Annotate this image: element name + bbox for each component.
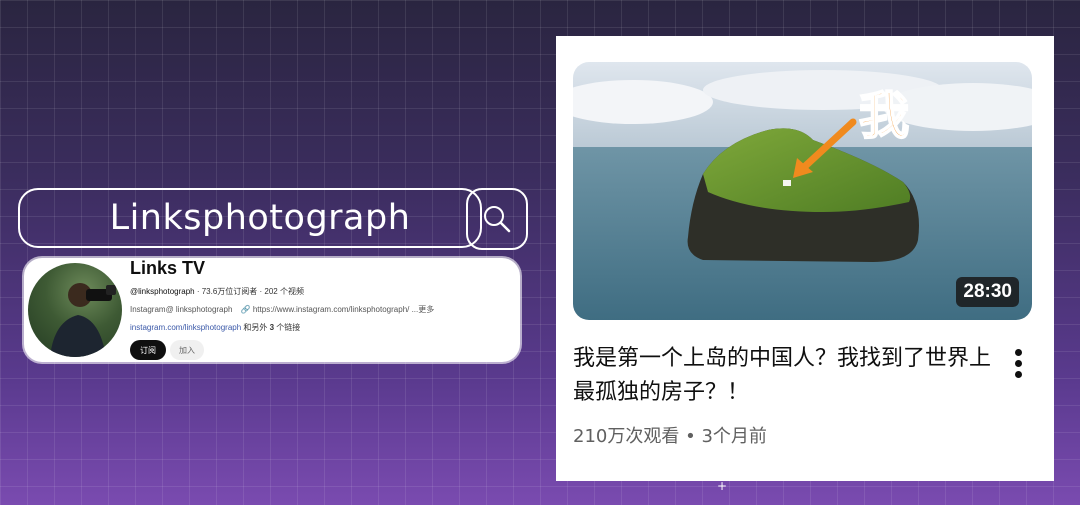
avatar-photo-icon (50, 283, 116, 357)
thumbnail-overlay-text: 我 (858, 86, 910, 146)
video-thumbnail[interactable]: 我 28:30 (573, 62, 1032, 320)
video-card: 我 28:30 我是第一个上岛的中国人？我找到了世界上最孤独的房子？！ 210万… (556, 36, 1054, 481)
more-vertical-icon-dot (1014, 359, 1022, 367)
search-input[interactable]: Linksphotograph (18, 188, 482, 248)
channel-links: instagram.com/linksphotograph 和另外 3 个链接 (130, 322, 300, 333)
video-meta: 210万次观看 • 3个月前 (573, 422, 767, 448)
extra-links-prefix: 和另外 (241, 323, 270, 332)
video-duration-badge: 28:30 (956, 277, 1019, 307)
channel-description-link[interactable]: https://www.instagram.com/linksphotograp… (253, 305, 434, 314)
channel-card[interactable]: Links TV @linksphotograph · 73.6万位订阅者 · … (24, 258, 520, 362)
channel-description-text: Instagram@ linksphotograph (130, 305, 233, 314)
channel-avatar[interactable] (28, 263, 122, 357)
extra-links-suffix[interactable]: 个链接 (274, 323, 300, 332)
more-options-button[interactable] (1004, 346, 1032, 380)
video-title[interactable]: 我是第一个上岛的中国人？我找到了世界上最孤独的房子？！ (573, 342, 993, 410)
join-button[interactable]: 加入 (170, 340, 204, 360)
more-vertical-icon-dot (1014, 370, 1022, 378)
video-views: 210万次观看 (573, 426, 680, 447)
link-icon: 🔗 (240, 305, 251, 314)
video-age: 3个月前 (701, 426, 767, 447)
channel-handle: @linksphotograph (130, 287, 195, 296)
channel-meta: @linksphotograph · 73.6万位订阅者 · 202 个视频 (130, 286, 304, 297)
meta-separator: • (685, 426, 702, 447)
search-bar: Linksphotograph (18, 188, 528, 252)
search-query-text: Linksphotograph (109, 198, 411, 238)
more-vertical-icon-dot (1014, 348, 1022, 356)
channel-description[interactable]: Instagram@ linksphotograph 🔗 https://www… (130, 304, 434, 315)
channel-primary-link[interactable]: instagram.com/linksphotograph (130, 323, 241, 332)
subscribe-button[interactable]: 订阅 (130, 340, 166, 360)
channel-stats: · 73.6万位订阅者 · 202 个视频 (194, 287, 304, 296)
search-button[interactable] (466, 188, 528, 250)
channel-name[interactable]: Links TV (130, 258, 205, 279)
crosshair-cursor-icon: + (717, 479, 728, 493)
search-icon (484, 206, 511, 233)
